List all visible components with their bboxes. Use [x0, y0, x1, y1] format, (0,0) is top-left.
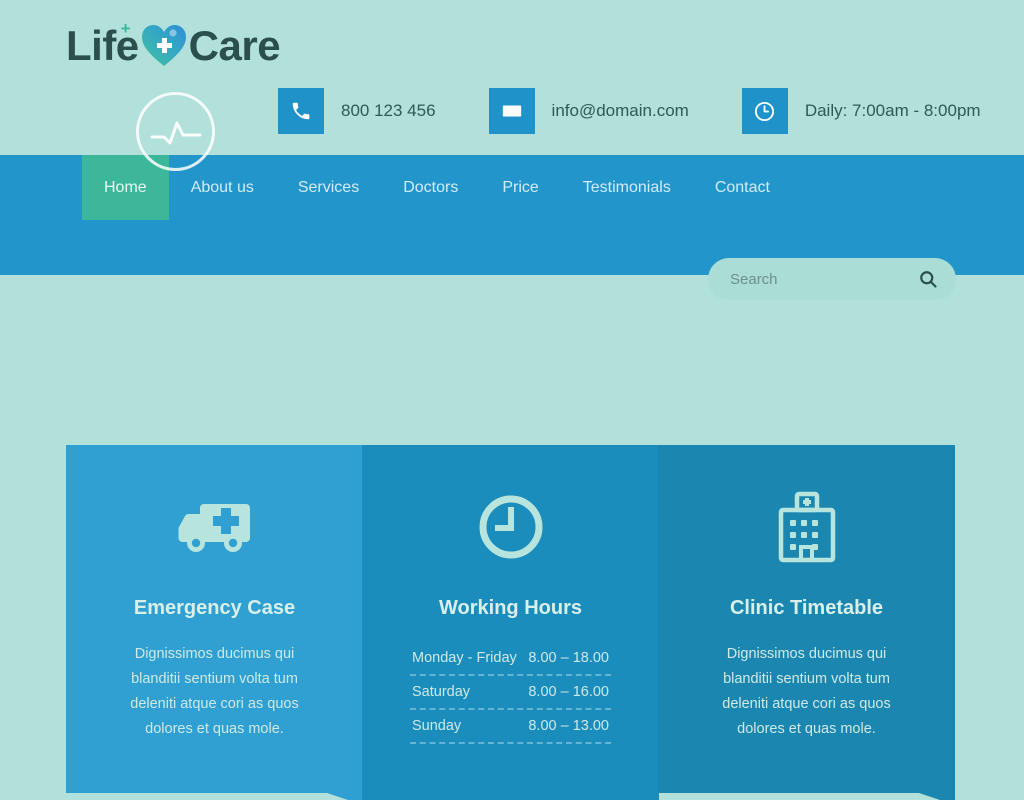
site-logo[interactable]: Life + Care [66, 20, 281, 70]
card-description-clinic-timetable: Dignissimos ducimus qui blanditii sentiu… [722, 646, 891, 737]
working-hours-timetable: Monday - Friday 8.00 – 18.00 Saturday 8.… [362, 642, 659, 744]
search-container [708, 258, 956, 300]
contact-hours-text: Daily: 7:00am - 8:00pm [804, 101, 981, 120]
timetable-day: Saturday [412, 684, 471, 700]
page-root: Life + Care 800 123 456 info@domain.com … [0, 0, 1024, 800]
logo-text-care: Care [188, 22, 281, 69]
feature-card-emergency-case[interactable]: Emergency Case Dignissimos ducimus qui b… [66, 445, 363, 800]
phone-icon [278, 88, 324, 134]
contact-item-hours[interactable]: Daily: 7:00am - 8:00pm [741, 88, 981, 134]
timetable-row: Monday - Friday 8.00 – 18.00 [410, 642, 611, 674]
clock-icon [741, 88, 788, 134]
nav-item-about-us-label: About us [190, 178, 254, 196]
clock-icon [362, 489, 659, 565]
feature-card-working-hours[interactable]: Working Hours Monday - Friday 8.00 – 18.… [362, 445, 659, 800]
timetable-row: Sunday 8.00 – 13.00 [410, 710, 611, 742]
envelope-icon [488, 88, 535, 134]
nav-item-home-label: Home [104, 178, 147, 196]
timetable-day: Sunday [412, 718, 462, 734]
heart-medical-icon: + [121, 20, 187, 68]
timetable-day: Monday - Friday [412, 650, 517, 666]
card-title-clinic-timetable: Clinic Timetable [729, 597, 883, 619]
nav-item-services-label: Services [297, 178, 360, 196]
card-description-emergency-case: Dignissimos ducimus qui blanditii sentiu… [130, 646, 299, 737]
feature-card-clinic-timetable[interactable]: Clinic Timetable Dignissimos ducimus qui… [658, 445, 955, 800]
nav-item-price[interactable]: Price [480, 155, 560, 220]
logo-plus-icon: + [120, 19, 131, 38]
contact-email-text: info@domain.com [551, 101, 689, 120]
nav-item-doctors-label: Doctors [403, 178, 459, 196]
search-icon[interactable] [918, 269, 938, 289]
hospital-building-icon [658, 489, 955, 565]
nav-item-price-label: Price [502, 178, 539, 196]
header-contact-list: 800 123 456 info@domain.com Daily: 7:00a… [278, 88, 981, 134]
card-title-working-hours: Working Hours [439, 597, 582, 619]
nav-item-services[interactable]: Services [276, 155, 381, 220]
heartbeat-pulse-icon [136, 92, 215, 171]
ambulance-icon [66, 489, 363, 565]
top-header-bar: Life + Care 800 123 456 info@domain.com … [0, 0, 1024, 171]
timetable-row: Saturday 8.00 – 16.00 [410, 676, 611, 708]
nav-item-testimonials-label: Testimonials [582, 178, 671, 196]
hero-banner-area [0, 275, 1024, 445]
card-title-emergency-case: Emergency Case [133, 597, 296, 619]
nav-item-testimonials[interactable]: Testimonials [561, 155, 693, 220]
nav-item-doctors[interactable]: Doctors [381, 155, 480, 220]
contact-item-email[interactable]: info@domain.com [488, 88, 689, 134]
contact-item-phone[interactable]: 800 123 456 [278, 88, 436, 134]
timetable-hours: 8.00 – 18.00 [528, 650, 609, 666]
timetable-separator [410, 674, 611, 676]
main-navigation-bar: Home About us Services Doctors Price Tes… [0, 155, 1024, 300]
feature-cards-section: Emergency Case Dignissimos ducimus qui b… [0, 445, 1024, 800]
card-corner-notch [919, 793, 955, 800]
timetable-hours: 8.00 – 13.00 [528, 718, 609, 734]
card-corner-notch [327, 793, 363, 800]
contact-phone-text: 800 123 456 [341, 101, 436, 120]
timetable-separator [410, 742, 611, 744]
timetable-separator [410, 708, 611, 710]
nav-item-contact-label: Contact [714, 178, 770, 196]
nav-item-contact[interactable]: Contact [693, 155, 792, 220]
timetable-hours: 8.00 – 16.00 [528, 684, 609, 700]
